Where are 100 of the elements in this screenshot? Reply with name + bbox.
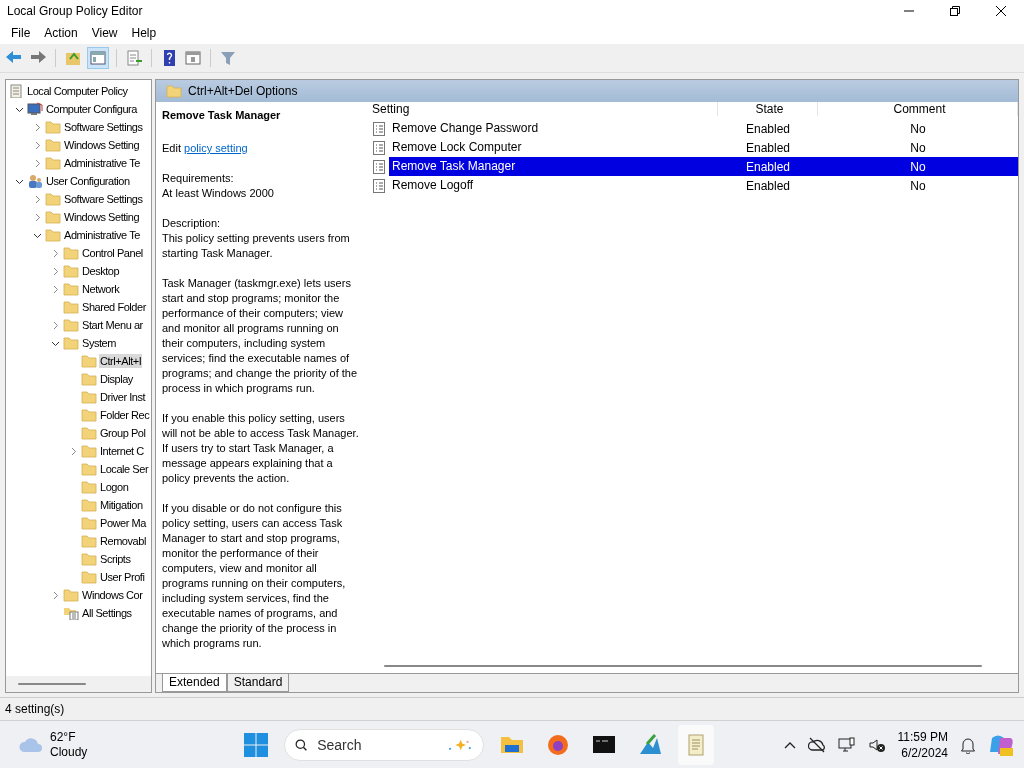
tree-item[interactable]: Control Panel	[81, 246, 144, 260]
console-tree-icon[interactable]	[89, 49, 107, 67]
cloud-off-icon[interactable]	[807, 737, 826, 753]
folder-icon	[81, 354, 97, 368]
tree-item[interactable]: Administrative Te	[63, 156, 141, 170]
menu-item[interactable]: Action	[37, 22, 85, 44]
column-header[interactable]: Setting	[368, 102, 718, 116]
folder-icon	[81, 426, 97, 440]
tree-item[interactable]: Logon	[99, 480, 130, 494]
search-field[interactable]: Search	[315, 736, 440, 754]
tree-item[interactable]: Software Settings	[63, 192, 144, 206]
folder-icon	[63, 264, 79, 278]
column-header[interactable]: Comment	[818, 102, 1018, 116]
comment-cell-text: No	[909, 177, 927, 195]
close-icon[interactable]	[996, 6, 1006, 16]
chevron-up-icon[interactable]	[783, 741, 796, 749]
tree-item[interactable]: Shared Folder	[81, 300, 147, 314]
folder-icon	[166, 84, 182, 98]
tree-item[interactable]: Mitigation	[99, 498, 144, 512]
sparkle-icon[interactable]	[447, 737, 473, 753]
scrollbar-thumb[interactable]	[384, 665, 982, 667]
filter-icon[interactable]	[219, 49, 237, 67]
bell-icon[interactable]	[960, 736, 976, 754]
tree-item[interactable]: Ctrl+Alt+I	[99, 354, 143, 368]
comment-cell-text: No	[909, 120, 927, 138]
tree-item[interactable]: Display	[99, 372, 134, 386]
tree-item[interactable]: Windows Setting	[63, 138, 141, 152]
policy-setting-icon	[372, 121, 386, 136]
pane-title: Ctrl+Alt+Del Options	[188, 84, 298, 98]
tree-item[interactable]: Removabl	[99, 534, 147, 548]
description-text: Task Manager (taskmgr.exe) lets users start and stop programs; monitor the performance of their computers; view and monitor all programs running on their computers, including system services; find the executable names of programs; and change the priority of the process in which programs run.	[162, 276, 359, 396]
description-text: If you disable or do not configure this policy setting, users can access Task Manager to start and stop programs, monitor the performance of their computers, view and monitor all programs running on their computers, including system services, find the executable names of programs, and change the priority of the process in which programs run.	[162, 501, 347, 651]
tree-item[interactable]: Driver Inst	[99, 390, 147, 404]
tree-item[interactable]: Local Computer Policy	[26, 84, 129, 98]
tree-item[interactable]: Power Ma	[99, 516, 147, 530]
properties-icon[interactable]	[184, 49, 202, 67]
tree-item[interactable]: Start Menu ar	[81, 318, 144, 332]
tree-item[interactable]: Computer Configura	[45, 102, 138, 116]
tree-item[interactable]: Software Settings	[63, 120, 144, 134]
window-title: Local Group Policy Editor	[6, 4, 144, 18]
view-tab[interactable]: Standard	[226, 674, 290, 692]
tree-item[interactable]: Administrative Te	[63, 228, 141, 242]
policy-title: Remove Task Manager	[162, 108, 282, 123]
browser-icon[interactable]	[545, 732, 571, 758]
comment-cell-text: No	[909, 139, 927, 157]
description-label: Description:	[162, 216, 222, 231]
policy-setting-icon	[372, 140, 386, 155]
tree-item[interactable]: Group Pol	[99, 426, 147, 440]
clock-date[interactable]: 6/2/2024	[901, 745, 948, 761]
search-icon	[295, 737, 308, 753]
policy-setting-icon	[372, 159, 386, 174]
tree-item[interactable]: Desktop	[81, 264, 121, 278]
setting-name[interactable]: Remove Lock Computer	[390, 138, 524, 157]
clock-time[interactable]: 11:59 PM	[897, 729, 948, 745]
menu-item[interactable]: View	[84, 22, 125, 44]
folder-icon	[81, 534, 97, 548]
menu-item[interactable]: File	[4, 22, 38, 44]
status-text: 4 setting(s)	[5, 702, 65, 716]
tree-item[interactable]: Windows Cor	[81, 588, 144, 602]
tree-item[interactable]: User Profi	[99, 570, 146, 584]
search-bar[interactable]: Search	[284, 729, 484, 761]
tree-item[interactable]: Folder Rec	[99, 408, 151, 422]
settings-list-icon	[63, 606, 79, 620]
state-cell-text: Enabled	[744, 139, 791, 157]
tree-item[interactable]: System	[81, 336, 117, 350]
description-text: If you enable this policy setting, users will not be able to access Task Manager. If users try to start Task Manager, a message appears explaining that a policy prevents the action.	[162, 411, 360, 486]
folder-icon	[63, 246, 79, 260]
requirements-label: Requirements:	[162, 171, 235, 186]
column-header[interactable]: State	[718, 102, 818, 116]
scrollbar-thumb[interactable]	[18, 683, 86, 685]
description-text: This policy setting prevents users from starting Task Manager.	[162, 231, 351, 261]
policy-setting-link[interactable]: policy setting	[184, 142, 248, 154]
state-cell-text: Enabled	[744, 120, 791, 138]
folder-icon	[81, 372, 97, 386]
setting-name[interactable]: Remove Change Password	[390, 119, 541, 138]
folder-icon	[63, 336, 79, 350]
speaker-muted-icon[interactable]	[867, 737, 886, 753]
tree-item[interactable]: Scripts	[99, 552, 132, 566]
menu-item[interactable]: Help	[124, 22, 164, 44]
folder-icon	[45, 228, 61, 242]
setting-name[interactable]: Remove Logoff	[390, 176, 476, 195]
tree-item[interactable]: Locale Ser	[99, 462, 150, 476]
folder-icon	[63, 588, 79, 602]
view-tab[interactable]: Extended	[162, 674, 227, 692]
folder-icon	[81, 480, 97, 494]
computer-icon	[27, 102, 43, 116]
tree-item[interactable]: Internet C	[99, 444, 145, 458]
tree-item[interactable]: Windows Setting	[63, 210, 141, 224]
restore-icon[interactable]	[950, 6, 960, 16]
export-list-icon[interactable]	[125, 49, 143, 67]
requirements-text: At least Windows 2000	[162, 186, 275, 201]
tree-item[interactable]: User Configuration	[45, 174, 131, 188]
folder-icon	[81, 390, 97, 404]
tree-item[interactable]: Network	[81, 282, 121, 296]
folder-icon	[63, 300, 79, 314]
folder-icon	[81, 498, 97, 512]
tree-item[interactable]: All Settings	[81, 606, 133, 620]
folder-icon	[45, 192, 61, 206]
start-icon[interactable]	[244, 733, 268, 757]
network-icon[interactable]	[837, 737, 856, 753]
